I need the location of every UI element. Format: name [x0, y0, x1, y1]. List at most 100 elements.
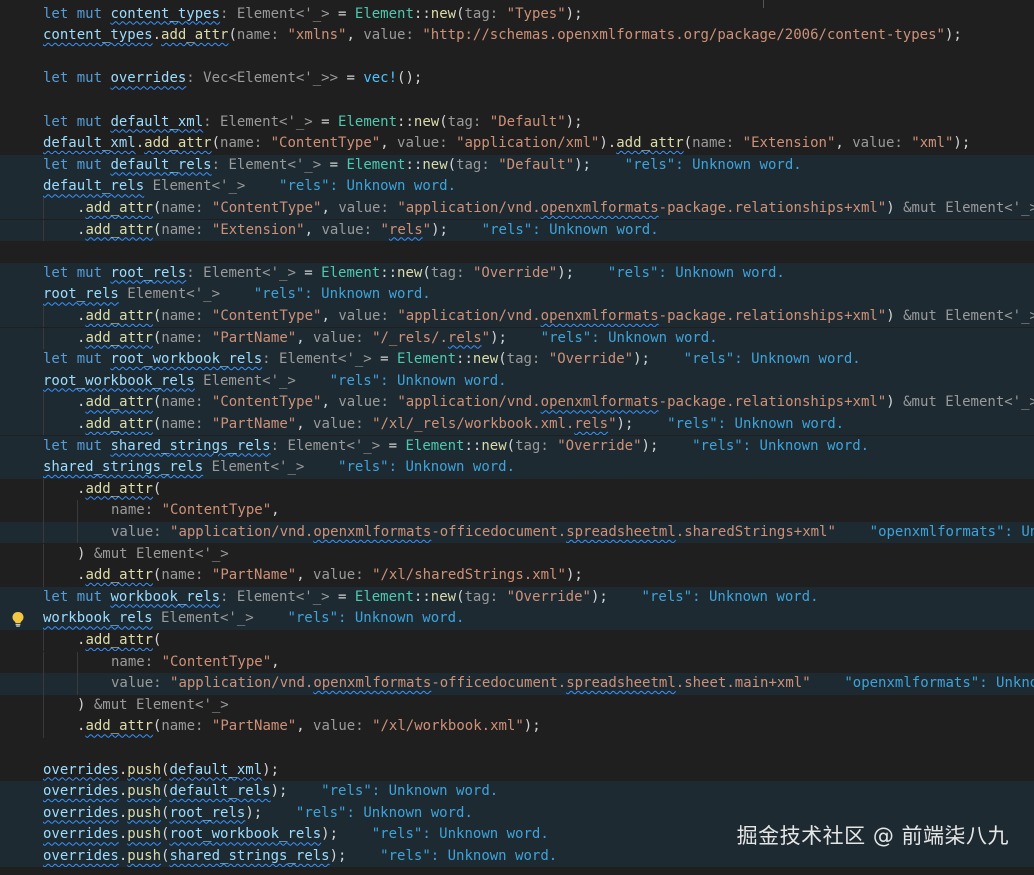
- code-token: add_attr: [85, 307, 153, 324]
- code-line[interactable]: value: "application/vnd.openxmlformats-o…: [0, 673, 1034, 695]
- code-token: openxmlformats: [540, 394, 659, 411]
- code-line[interactable]: overrides.push(default_rels); "rels": Un…: [0, 781, 1034, 803]
- code-line[interactable]: .add_attr(name: "PartName", value: "/xl/…: [0, 716, 1034, 738]
- code-line[interactable]: ) &mut Element<'_>: [0, 694, 1034, 717]
- code-token: "application/xml": [456, 135, 600, 152]
- code-token: name:: [111, 502, 162, 519]
- code-line[interactable]: ) &mut Element<'_>: [0, 543, 1034, 566]
- code-token: ): [886, 394, 895, 411]
- code-token: "application/vnd.: [170, 523, 314, 540]
- code-token: (: [498, 351, 507, 368]
- code-line[interactable]: let mut overrides: Vec<Element<'_>> = ve…: [0, 68, 1034, 90]
- code-token: rels: [388, 221, 423, 238]
- code-token: new: [430, 588, 457, 605]
- code-token: ,: [380, 135, 398, 152]
- code-line[interactable]: value: "application/vnd.openxmlformats-o…: [0, 521, 1034, 544]
- code-token: openxmlformats: [540, 307, 659, 324]
- code-line[interactable]: let mut content_types: Element<'_> = Ele…: [0, 4, 1034, 26]
- lightbulb-icon[interactable]: [11, 611, 25, 627]
- code-line[interactable]: .add_attr(: [0, 478, 1034, 501]
- code-line[interactable]: [0, 47, 1034, 69]
- code-line[interactable]: default_rels Element<'_> "rels": Unknown…: [0, 176, 1034, 198]
- code-line[interactable]: [0, 738, 1034, 760]
- code-line[interactable]: [0, 241, 1034, 263]
- code-line[interactable]: root_rels Element<'_> "rels": Unknown wo…: [0, 284, 1034, 306]
- code-line[interactable]: let mut shared_strings_rels: Element<'_>…: [0, 435, 1034, 458]
- code-line[interactable]: [0, 90, 1034, 112]
- code-line[interactable]: shared_strings_rels Element<'_> "rels": …: [0, 457, 1034, 479]
- code-line[interactable]: content_types.add_attr(name: "xmlns", va…: [0, 25, 1034, 47]
- indent-guide: [77, 673, 78, 695]
- indent-guide: [43, 219, 44, 242]
- code-line[interactable]: default_xml.add_attr(name: "ContentType"…: [0, 133, 1034, 155]
- code-token: tag:: [464, 5, 507, 22]
- code-text: .add_attr(: [77, 479, 161, 501]
- code-line[interactable]: .add_attr(name: "ContentType", value: "a…: [0, 392, 1034, 414]
- code-line[interactable]: overrides.push(default_xml);: [0, 760, 1034, 782]
- code-line[interactable]: .add_attr(name: "ContentType", value: "a…: [0, 197, 1034, 220]
- code-token: );: [329, 847, 347, 864]
- code-token: tag:: [456, 156, 499, 173]
- diagnostic-message: "rels": Unknown word.: [346, 847, 558, 864]
- code-token: );: [321, 826, 339, 843]
- code-token: Element: [397, 351, 457, 368]
- code-token: add_attr: [161, 27, 229, 44]
- code-line[interactable]: .add_attr(name: "ContentType", value: "a…: [0, 305, 1034, 328]
- code-token: "ContentType": [161, 502, 272, 519]
- code-token: add_attr: [85, 718, 153, 735]
- indent-guide: [43, 478, 44, 501]
- code-token: Element: [405, 437, 465, 454]
- code-token: name:: [161, 567, 212, 584]
- code-line[interactable]: name: "ContentType",: [0, 500, 1034, 522]
- code-token: "/_rels/.: [372, 329, 448, 346]
- code-line[interactable]: let mut default_rels: Element<'_> = Elem…: [0, 154, 1034, 177]
- indent-guide: [43, 543, 44, 566]
- code-token: &mut Element<'_>: [85, 545, 229, 562]
- code-text: value: "application/vnd.openxmlformats-o…: [111, 522, 1034, 544]
- diagnostic-message: "rels": Unknown word.: [633, 415, 845, 432]
- code-line[interactable]: name: "ContentType",: [0, 651, 1034, 674]
- code-line[interactable]: .add_attr(: [0, 629, 1034, 652]
- code-line[interactable]: .add_attr(name: "PartName", value: "/xl/…: [0, 413, 1034, 436]
- code-text: default_rels Element<'_> "rels": Unknown…: [43, 176, 456, 198]
- code-token: value:: [313, 718, 373, 735]
- diagnostic-message: "rels": Unknown word.: [287, 783, 499, 800]
- diagnostic-message: "rels": Unknown word.: [245, 178, 457, 195]
- code-token: =: [321, 156, 347, 173]
- code-editor[interactable]: let mut content_types: Element<'_> = Ele…: [0, 0, 1034, 875]
- code-token: : Element<'_>: [220, 588, 330, 605]
- code-line[interactable]: .add_attr(name: "PartName", value: "/xl/…: [0, 565, 1034, 587]
- code-line[interactable]: let mut root_rels: Element<'_> = Element…: [0, 262, 1034, 285]
- code-token: let mut: [43, 437, 111, 454]
- code-line[interactable]: let mut root_workbook_rels: Element<'_> …: [0, 349, 1034, 371]
- code-token: new: [413, 113, 440, 130]
- code-token: "ContentType": [270, 135, 381, 152]
- code-token: add_attr: [144, 135, 212, 152]
- code-line[interactable]: let mut workbook_rels: Element<'_> = Ele…: [0, 586, 1034, 609]
- code-token: ): [886, 199, 895, 216]
- code-token: : Element<'_>: [203, 113, 313, 130]
- code-token: : Element<'_>: [220, 5, 330, 22]
- code-token: name:: [161, 415, 212, 432]
- diagnostic-message: "rels": Unknown word.: [253, 610, 465, 627]
- code-text: overrides.push(default_rels); "rels": Un…: [43, 781, 498, 803]
- code-line[interactable]: let mut default_xml: Element<'_> = Eleme…: [0, 112, 1034, 134]
- code-line[interactable]: root_workbook_rels Element<'_> "rels": U…: [0, 370, 1034, 393]
- code-token: ::: [456, 351, 473, 368]
- code-token: name:: [161, 221, 212, 238]
- code-token: shared_strings_rels: [169, 847, 330, 864]
- code-line[interactable]: .add_attr(name: "PartName", value: "/_re…: [0, 327, 1034, 350]
- code-token: ,: [296, 718, 314, 735]
- code-token: push: [127, 804, 162, 821]
- code-token: "PartName": [211, 329, 297, 346]
- code-token: ": [481, 329, 491, 346]
- code-token: overrides: [43, 847, 119, 864]
- code-line[interactable]: workbook_rels Element<'_> "rels": Unknow…: [0, 608, 1034, 630]
- code-token: let mut: [43, 588, 111, 605]
- code-token: spreadsheetml: [566, 523, 676, 540]
- code-token: );: [565, 5, 583, 22]
- code-token: add_attr: [85, 199, 153, 216]
- code-text: .add_attr(: [77, 630, 161, 652]
- code-token: push: [127, 847, 162, 864]
- code-line[interactable]: .add_attr(name: "Extension", value: "rel…: [0, 219, 1034, 242]
